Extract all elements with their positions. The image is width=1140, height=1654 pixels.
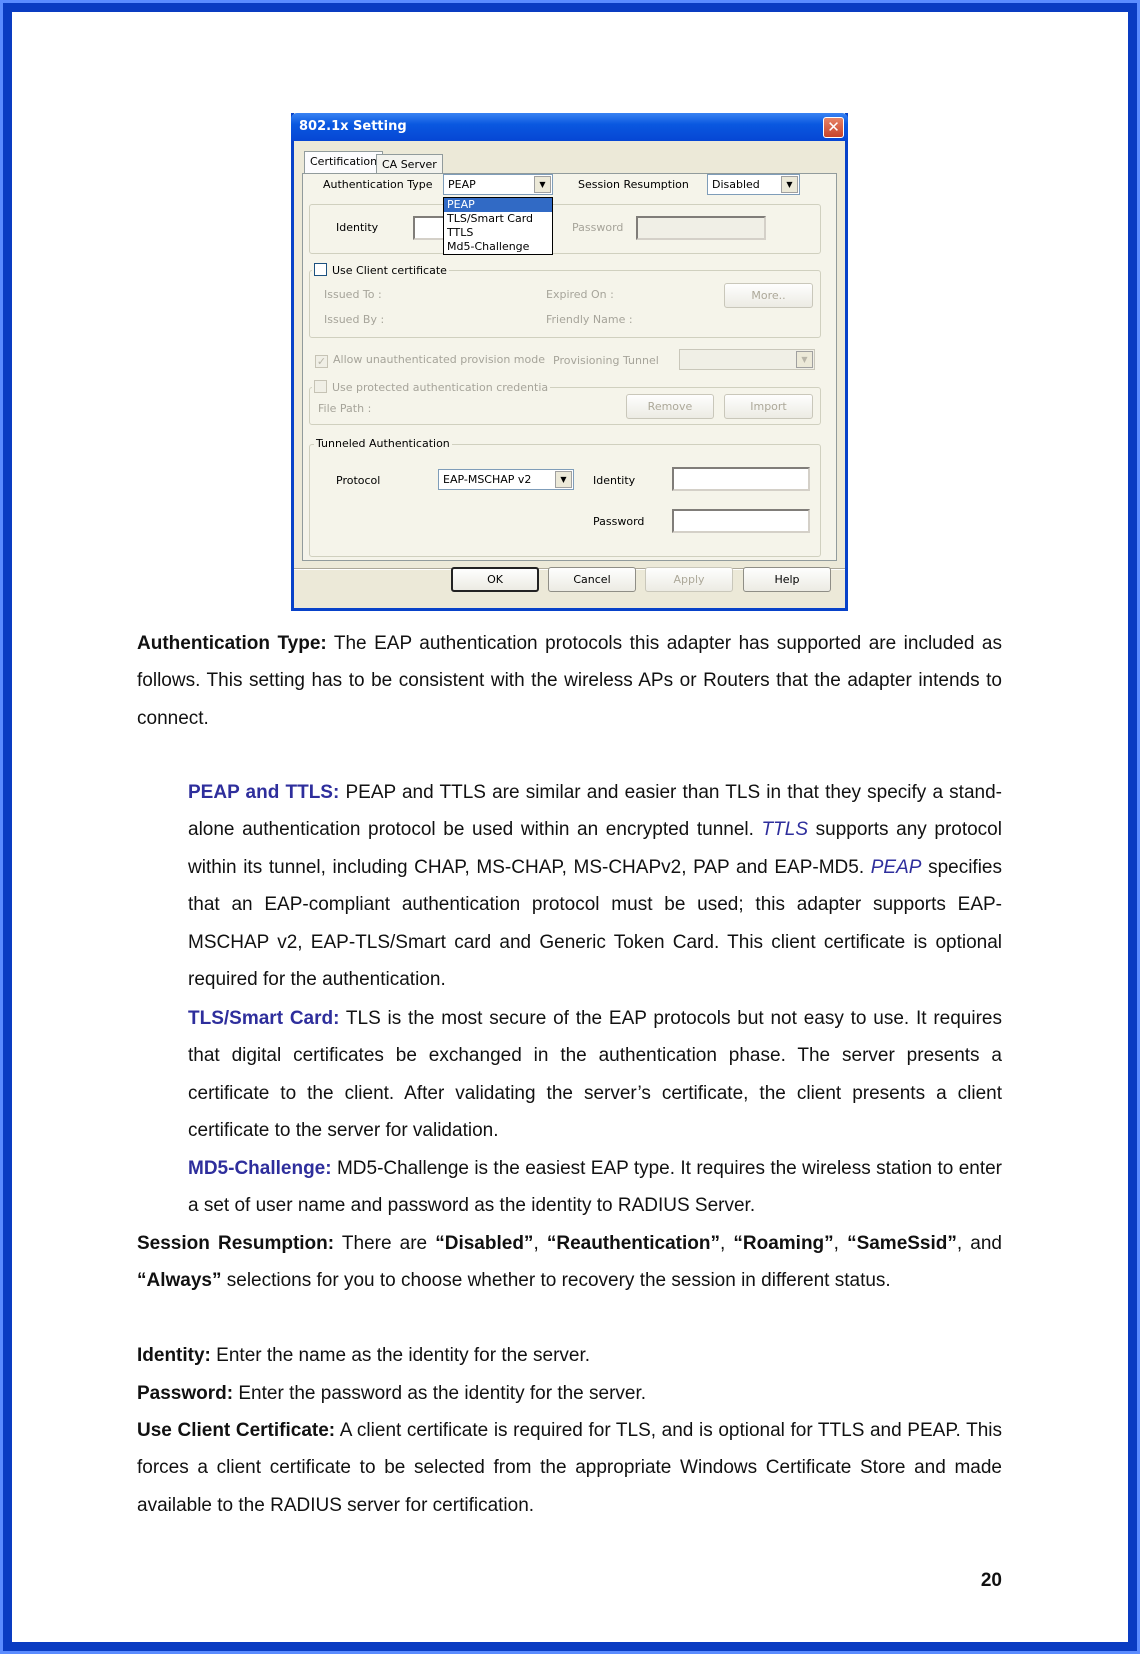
title-bar: 802.1x Setting ✕ bbox=[291, 113, 848, 141]
dropdown-option-ttls[interactable]: TTLS bbox=[444, 226, 552, 240]
md5-challenge-paragraph: MD5-Challenge: MD5-Challenge is the easi… bbox=[188, 1150, 1002, 1225]
term-md5-challenge: MD5-Challenge: bbox=[188, 1158, 332, 1179]
option-disabled: “Disabled” bbox=[435, 1233, 534, 1254]
ttls-emphasis: TTLS bbox=[761, 819, 808, 841]
password-text: Enter the password as the identity for t… bbox=[233, 1383, 647, 1404]
term-password: Password: bbox=[137, 1383, 234, 1404]
authentication-type-dropdown-list: PEAP TLS/Smart Card TTLS Md5-Challenge bbox=[443, 197, 553, 255]
close-icon: ✕ bbox=[827, 118, 840, 136]
tunneled-password-input[interactable] bbox=[672, 509, 810, 533]
protocol-label: Protocol bbox=[336, 474, 381, 487]
authentication-type-select[interactable]: PEAP ▼ bbox=[443, 174, 553, 195]
session-text-2: , bbox=[533, 1233, 547, 1254]
dropdown-option-md5-challenge[interactable]: Md5-Challenge bbox=[444, 240, 552, 254]
checkbox-icon[interactable] bbox=[314, 380, 327, 393]
session-resumption-label: Session Resumption bbox=[578, 178, 689, 191]
tunneled-authentication-group: Tunneled Authentication Protocol EAP-MSC… bbox=[309, 437, 821, 557]
issued-to-label: Issued To : bbox=[324, 288, 382, 301]
dialog-title: 802.1x Setting bbox=[299, 119, 407, 134]
session-text-1: There are bbox=[334, 1233, 436, 1254]
use-protected-credentials-checkbox[interactable]: Use protected authentication credentia bbox=[312, 380, 551, 394]
peap-emphasis: PEAP bbox=[870, 856, 922, 878]
issued-by-label: Issued By : bbox=[324, 313, 385, 326]
client-certificate-group: Use Client certificate Issued To : Issue… bbox=[309, 263, 821, 338]
help-button[interactable]: Help bbox=[743, 567, 831, 592]
protected-credentials-group: Use protected authentication credentia F… bbox=[309, 380, 821, 425]
ok-button[interactable]: OK bbox=[451, 567, 539, 592]
checkmark-icon[interactable]: ✓ bbox=[315, 355, 328, 368]
expired-on-label: Expired On : bbox=[546, 288, 614, 301]
use-client-certificate-label: Use Client certificate bbox=[332, 264, 447, 277]
session-resumption-select[interactable]: Disabled ▼ bbox=[707, 174, 800, 195]
term-peap-ttls: PEAP and TTLS: bbox=[188, 782, 340, 803]
password-paragraph: Password: Enter the password as the iden… bbox=[137, 1375, 1002, 1412]
option-roaming: “Roaming” bbox=[733, 1233, 834, 1254]
authentication-type-label: Authentication Type bbox=[323, 178, 433, 191]
close-button[interactable]: ✕ bbox=[823, 117, 844, 138]
use-protected-credentials-label: Use protected authentication credentia bbox=[332, 381, 549, 394]
protocol-select[interactable]: EAP-MSCHAP v2 ▼ bbox=[438, 469, 574, 490]
dropdown-option-tls-smart-card[interactable]: TLS/Smart Card bbox=[444, 212, 552, 226]
allow-unauthenticated-checkbox[interactable]: ✓ Allow unauthenticated provision mode bbox=[315, 353, 545, 368]
credentials-group: Identity Password bbox=[309, 204, 821, 254]
tunneled-password-label: Password bbox=[593, 515, 645, 528]
tunneled-authentication-title: Tunneled Authentication bbox=[314, 437, 452, 450]
import-button[interactable]: Import bbox=[724, 394, 813, 419]
session-resumption-value: Disabled bbox=[712, 178, 760, 191]
remove-button[interactable]: Remove bbox=[626, 394, 714, 419]
password-label: Password bbox=[572, 221, 624, 234]
session-text-5: , and bbox=[956, 1233, 1002, 1254]
option-samessid: “SameSsid” bbox=[847, 1233, 957, 1254]
session-text-6: selections for you to choose whether to … bbox=[221, 1270, 891, 1292]
allow-unauthenticated-label: Allow unauthenticated provision mode bbox=[333, 353, 545, 366]
chevron-down-icon[interactable]: ▼ bbox=[796, 351, 813, 368]
authentication-type-value: PEAP bbox=[448, 178, 476, 191]
file-path-label: File Path : bbox=[318, 402, 372, 415]
session-text-3: , bbox=[719, 1233, 734, 1254]
identity-paragraph: Identity: Enter the name as the identity… bbox=[137, 1337, 1002, 1374]
protocol-value: EAP-MSCHAP v2 bbox=[443, 473, 532, 486]
provisioning-tunnel-select[interactable]: ▼ bbox=[679, 349, 815, 370]
session-resumption-paragraph: Session Resumption: There are “Disabled”… bbox=[137, 1225, 1002, 1300]
tab-ca-server[interactable]: CA Server bbox=[376, 154, 443, 173]
option-always: “Always” bbox=[137, 1270, 222, 1292]
dialog-802-1x-setting: 802.1x Setting ✕ Certification CA Server… bbox=[291, 113, 848, 611]
password-input[interactable] bbox=[636, 216, 766, 240]
peap-ttls-paragraph: PEAP and TTLS: PEAP and TTLS are similar… bbox=[188, 774, 1002, 998]
tls-smart-card-paragraph: TLS/Smart Card: TLS is the most secure o… bbox=[188, 1000, 1002, 1150]
chevron-down-icon[interactable]: ▼ bbox=[781, 176, 798, 193]
session-text-4: , bbox=[833, 1233, 848, 1254]
term-session-resumption: Session Resumption: bbox=[137, 1233, 335, 1254]
friendly-name-label: Friendly Name : bbox=[546, 313, 633, 326]
page-number: 20 bbox=[980, 1570, 1002, 1591]
provisioning-tunnel-label: Provisioning Tunnel bbox=[553, 354, 659, 367]
dropdown-option-peap[interactable]: PEAP bbox=[444, 198, 552, 212]
term-tls-smart-card: TLS/Smart Card: bbox=[188, 1008, 340, 1029]
authentication-type-paragraph: Authentication Type: The EAP authenticat… bbox=[137, 625, 1002, 737]
apply-button[interactable]: Apply bbox=[645, 567, 733, 592]
checkbox-icon[interactable] bbox=[314, 263, 327, 276]
identity-label: Identity bbox=[336, 221, 379, 234]
term-identity: Identity: bbox=[137, 1345, 211, 1366]
chevron-down-icon[interactable]: ▼ bbox=[534, 176, 551, 193]
certification-panel: Authentication Type PEAP ▼ Session Resum… bbox=[302, 173, 837, 561]
tunneled-identity-label: Identity bbox=[593, 474, 636, 487]
more-button[interactable]: More.. bbox=[724, 283, 813, 308]
option-reauthentication: “Reauthentication” bbox=[546, 1233, 720, 1254]
tab-certification[interactable]: Certification bbox=[304, 151, 384, 173]
term-authentication-type: Authentication Type: bbox=[137, 633, 327, 654]
use-client-certificate-checkbox[interactable]: Use Client certificate bbox=[312, 263, 449, 277]
identity-text: Enter the name as the identity for the s… bbox=[210, 1345, 591, 1366]
use-client-certificate-paragraph: Use Client Certificate: A client certifi… bbox=[137, 1412, 1002, 1524]
term-use-client-certificate: Use Client Certificate: bbox=[137, 1420, 336, 1441]
chevron-down-icon[interactable]: ▼ bbox=[555, 471, 572, 488]
tunneled-identity-input[interactable] bbox=[672, 467, 810, 491]
cancel-button[interactable]: Cancel bbox=[548, 567, 636, 592]
